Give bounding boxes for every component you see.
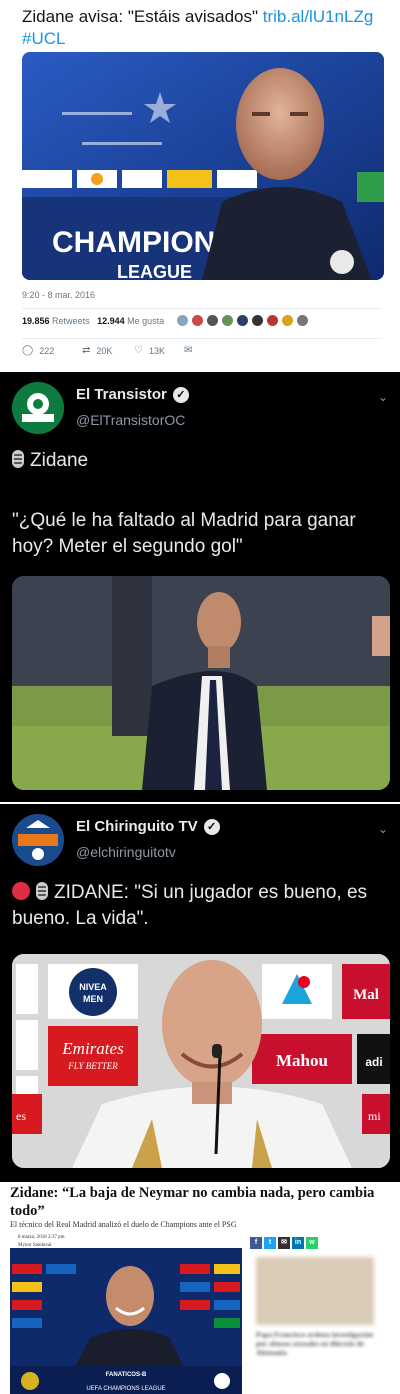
svg-text:mi: mi	[368, 1109, 381, 1123]
svg-text:UEFA CHAMPIONS LEAGUE: UEFA CHAMPIONS LEAGUE	[86, 1386, 165, 1392]
share-buttons: f t ✉ in w	[250, 1237, 318, 1249]
related-article-thumbnail[interactable]	[256, 1257, 374, 1325]
tweet-quote: ZIDANE: "Si un jugador es bueno, es buen…	[12, 880, 392, 932]
zidane-smiling-photo: FANATICOS-B UEFA CHAMPIONS LEAGUE	[10, 1248, 242, 1394]
facebook-share-button[interactable]: f	[250, 1237, 262, 1249]
mail-icon: ✉	[184, 345, 193, 356]
svg-text:es: es	[16, 1109, 26, 1123]
svg-text:adi: adi	[365, 1055, 382, 1069]
verified-badge-icon: ✓	[172, 386, 189, 403]
chiringuito-logo-icon	[12, 814, 64, 866]
heart-icon: ♡	[134, 345, 143, 356]
tweet-line: ZIDANE: "Si un jugador es bueno, es buen…	[12, 882, 368, 929]
retweet-count: 20K	[96, 346, 113, 356]
retweet-button[interactable]: ⇄ 20K	[82, 345, 134, 357]
svg-text:MEN: MEN	[83, 994, 103, 1004]
reply-button[interactable]: ◯ 222	[22, 345, 82, 357]
svg-text:Emirates: Emirates	[61, 1039, 124, 1058]
hashtag-link[interactable]: #UCL	[22, 29, 65, 48]
tweet-photo[interactable]: CHAMPIONS LEAGUE	[22, 52, 384, 280]
svg-text:CHAMPIONS: CHAMPIONS	[52, 226, 235, 259]
sponsor-boards	[22, 170, 257, 188]
engagement-stats: 19.856 Retweets 12.944 Me gusta	[22, 316, 164, 326]
tweet-quote: "¿Qué le ha faltado al Madrid para ganar…	[12, 510, 356, 557]
tweet-card-chiringuito: El Chiringuito TV ✓ @elchiringuitotv ⌄ Z…	[0, 804, 400, 1182]
account-name-text: El Chiringuito TV	[76, 818, 198, 835]
related-article-headline[interactable]: Papa Francisco ordena investigación por …	[256, 1330, 386, 1357]
twitter-share-button[interactable]: t	[264, 1237, 276, 1249]
tweet-card-light: Zidane avisa: "Estáis avisados" trib.al/…	[0, 0, 400, 372]
whatsapp-share-button[interactable]: w	[306, 1237, 318, 1249]
avatar[interactable]	[206, 314, 219, 327]
tweet-photo[interactable]: NIVEA MEN Emirates FLY BETTER Mal Mahou …	[12, 954, 390, 1168]
account-name-text: El Transistor	[76, 386, 167, 403]
svg-text:Mal: Mal	[353, 987, 379, 1003]
tweet-actions: ◯ 222 ⇄ 20K ♡ 13K ✉	[22, 345, 192, 357]
avatar[interactable]	[176, 314, 189, 327]
chevron-down-icon[interactable]: ⌄	[378, 390, 388, 404]
avatar[interactable]	[221, 314, 234, 327]
microphone-icon	[36, 882, 48, 900]
avatar[interactable]	[266, 314, 279, 327]
avatar[interactable]	[296, 314, 309, 327]
divider	[22, 308, 382, 309]
timestamp[interactable]: 9:20 - 8 mar. 2016	[22, 290, 95, 300]
dm-button[interactable]: ✉	[184, 346, 192, 356]
retweet-icon: ⇄	[82, 345, 91, 356]
retweets-label[interactable]: Retweets	[52, 316, 90, 326]
email-share-button[interactable]: ✉	[278, 1237, 290, 1249]
account-name[interactable]: El Chiringuito TV ✓	[76, 818, 220, 835]
svg-text:LEAGUE: LEAGUE	[117, 262, 192, 280]
linkedin-share-button[interactable]: in	[292, 1237, 304, 1249]
tweet-text: Zidane	[12, 448, 392, 474]
transistor-logo-icon	[12, 382, 64, 434]
tweet-body: Zidane avisa: "Estáis avisados"	[22, 7, 263, 26]
account-handle[interactable]: @elchiringuitotv	[76, 844, 176, 860]
zidane-press-photo: NIVEA MEN Emirates FLY BETTER Mal Mahou …	[12, 954, 390, 1168]
avatar[interactable]	[236, 314, 249, 327]
avatar[interactable]	[12, 814, 64, 866]
article-date: 8 marzo, 2018 2:37 pm	[18, 1235, 65, 1240]
reply-count: 222	[39, 346, 55, 356]
press-conference-photo: CHAMPIONS LEAGUE	[22, 52, 384, 280]
news-article: Zidane: “La baja de Neymar no cambia nad…	[0, 1182, 400, 1394]
likes-label[interactable]: Me gusta	[127, 316, 164, 326]
reply-icon: ◯	[22, 345, 34, 356]
avatar[interactable]	[281, 314, 294, 327]
article-photo[interactable]: FANATICOS-B UEFA CHAMPIONS LEAGUE	[10, 1248, 242, 1394]
like-count: 13K	[148, 346, 165, 356]
tweet-card-transistor: El Transistor ✓ @ElTransistorOC ⌄ Zidane…	[0, 372, 400, 802]
article-subheadline: El técnico del Real Madrid analizó el du…	[10, 1220, 237, 1229]
liker-avatars	[176, 314, 309, 327]
red-circle-icon	[12, 882, 30, 900]
avatar[interactable]	[191, 314, 204, 327]
chevron-down-icon[interactable]: ⌄	[378, 822, 388, 836]
svg-text:Mahou: Mahou	[276, 1051, 328, 1070]
avatar[interactable]	[12, 382, 64, 434]
svg-text:FLY BETTER: FLY BETTER	[67, 1061, 118, 1071]
tweet-text: Zidane avisa: "Estáis avisados" trib.al/…	[22, 6, 392, 50]
tweet-line: Zidane	[30, 450, 89, 471]
like-button[interactable]: ♡ 13K	[134, 345, 184, 357]
account-name[interactable]: El Transistor ✓	[76, 386, 189, 403]
likes-count[interactable]: 12.944	[97, 316, 125, 326]
retweets-count[interactable]: 19.856	[22, 316, 50, 326]
avatar[interactable]	[251, 314, 264, 327]
svg-text:FANATICOS-B: FANATICOS-B	[106, 1372, 147, 1378]
zidane-stadium-photo	[12, 576, 390, 790]
divider	[22, 338, 382, 339]
microphone-icon	[12, 450, 24, 468]
account-handle[interactable]: @ElTransistorOC	[76, 412, 185, 428]
article-headline[interactable]: Zidane: “La baja de Neymar no cambia nad…	[10, 1184, 398, 1220]
tweet-photo[interactable]	[12, 576, 390, 790]
svg-text:NIVEA: NIVEA	[79, 982, 107, 992]
tweet-link[interactable]: trib.al/lU1nLZg	[263, 7, 374, 26]
verified-badge-icon: ✓	[203, 818, 220, 835]
